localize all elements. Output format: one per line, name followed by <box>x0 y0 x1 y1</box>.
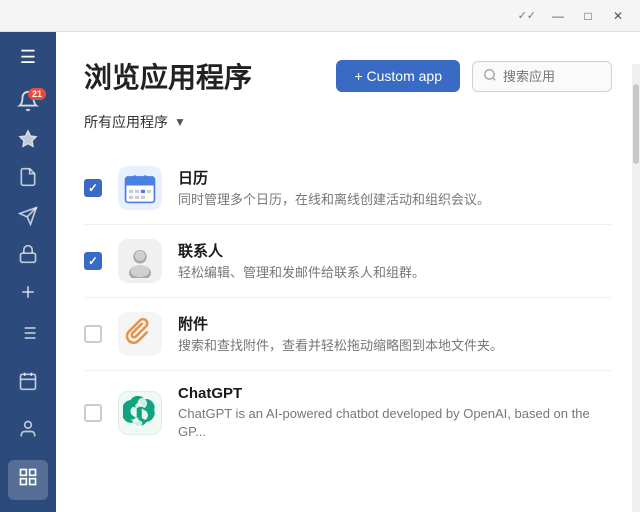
hamburger-icon: ☰ <box>20 47 36 68</box>
grid-icon <box>18 467 38 492</box>
send-icon <box>18 206 38 231</box>
list-item: 附件 搜索和查找附件，查看并轻松拖动缩略图到本地文件夹。 <box>84 298 612 371</box>
filter-row[interactable]: 所有应用程序 ▼ <box>84 112 612 132</box>
titlebar-check: ✓✓ <box>518 9 536 22</box>
chevron-down-icon: ▼ <box>174 115 186 129</box>
contacts-app-desc: 轻松编辑、管理和发邮件给联系人和组群。 <box>178 264 612 282</box>
document-icon <box>18 167 38 192</box>
contacts-app-icon <box>118 239 162 283</box>
app-container: ☰ 21 <box>0 32 640 512</box>
list-item: ChatGPT ChatGPT is an AI-powered chatbot… <box>84 371 612 455</box>
chatgpt-app-desc: ChatGPT is an AI-powered chatbot develop… <box>178 405 612 441</box>
list-item: 日历 同时管理多个日历，在线和离线创建活动和组织会议。 <box>84 152 612 225</box>
contacts-checkbox[interactable] <box>84 252 102 270</box>
plus-icon <box>18 282 38 307</box>
scrollbar-thumb[interactable] <box>633 84 639 164</box>
calendar-app-desc: 同时管理多个日历，在线和离线创建活动和组织会议。 <box>178 191 612 209</box>
titlebar: ✓✓ — □ ✕ <box>0 0 640 32</box>
app-list: 日历 同时管理多个日历，在线和离线创建活动和组织会议。 联系人 <box>84 152 612 455</box>
chatgpt-app-icon <box>118 391 162 435</box>
attachment-app-info: 附件 搜索和查找附件，查看并轻松拖动缩略图到本地文件夹。 <box>178 313 612 355</box>
user-icon <box>18 419 38 444</box>
contacts-app-name: 联系人 <box>178 240 612 261</box>
search-icon <box>483 68 497 85</box>
sidebar-item-lock[interactable] <box>8 239 48 273</box>
attachment-app-name: 附件 <box>178 313 612 334</box>
calendar-app-name: 日历 <box>178 167 612 188</box>
scrollbar-track <box>632 64 640 512</box>
calendar-app-info: 日历 同时管理多个日历，在线和离线创建活动和组织会议。 <box>178 167 612 209</box>
chatgpt-checkbox[interactable] <box>84 404 102 422</box>
sidebar-item-send[interactable] <box>8 201 48 235</box>
chatgpt-app-info: ChatGPT ChatGPT is an AI-powered chatbot… <box>178 385 612 441</box>
sidebar-item-list[interactable] <box>8 316 48 356</box>
sidebar-item-favorites[interactable] <box>8 125 48 159</box>
star-icon <box>18 129 38 154</box>
lock-icon <box>18 244 38 269</box>
calendar-icon <box>18 371 38 396</box>
titlebar-controls: — □ ✕ <box>544 5 632 27</box>
close-button[interactable]: ✕ <box>604 5 632 27</box>
calendar-app-icon <box>118 166 162 210</box>
contacts-app-info: 联系人 轻松编辑、管理和发邮件给联系人和组群。 <box>178 240 612 282</box>
attachment-app-icon <box>118 312 162 356</box>
sidebar-menu-icon[interactable]: ☰ <box>8 40 48 74</box>
search-input[interactable] <box>503 69 601 84</box>
main-content: 浏览应用程序 + Custom app 所有应用程序 ▼ <box>56 32 640 512</box>
page-title: 浏览应用程序 <box>84 56 252 96</box>
minimize-button[interactable]: — <box>544 5 572 27</box>
header-right: + Custom app <box>336 60 612 92</box>
custom-app-button[interactable]: + Custom app <box>336 60 460 92</box>
sidebar-item-notifications[interactable]: 21 <box>8 86 48 120</box>
list-item: 联系人 轻松编辑、管理和发邮件给联系人和组群。 <box>84 225 612 298</box>
search-box <box>472 61 612 92</box>
sidebar-item-user[interactable] <box>8 412 48 452</box>
sidebar-item-add[interactable] <box>8 278 48 312</box>
calendar-checkbox[interactable] <box>84 179 102 197</box>
sidebar-item-grid[interactable] <box>8 460 48 500</box>
attachment-app-desc: 搜索和查找附件，查看并轻松拖动缩略图到本地文件夹。 <box>178 337 612 355</box>
filter-label: 所有应用程序 <box>84 112 168 132</box>
attachment-checkbox[interactable] <box>84 325 102 343</box>
header: 浏览应用程序 + Custom app <box>84 56 612 96</box>
chatgpt-app-name: ChatGPT <box>178 385 612 402</box>
sidebar-item-documents[interactable] <box>8 163 48 197</box>
sidebar-item-calendar[interactable] <box>8 364 48 404</box>
sidebar: ☰ 21 <box>0 32 56 512</box>
list-icon <box>18 323 38 348</box>
notification-badge: 21 <box>28 88 46 100</box>
maximize-button[interactable]: □ <box>574 5 602 27</box>
sidebar-bottom <box>8 316 48 512</box>
